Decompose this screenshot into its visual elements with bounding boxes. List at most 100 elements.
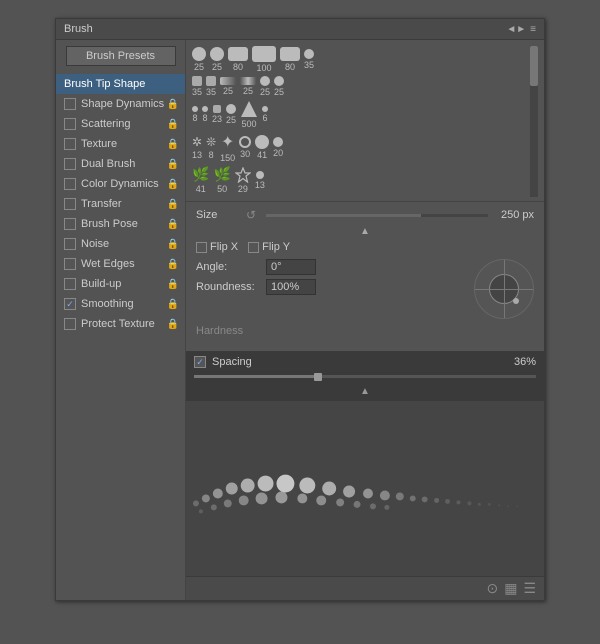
roundness-input[interactable]	[266, 279, 316, 295]
lock-icon: 🔒	[167, 319, 179, 330]
check-box-wet-edges[interactable]	[64, 258, 76, 270]
angle-circle-control[interactable]	[474, 259, 534, 319]
check-box-brush-pose[interactable]	[64, 218, 76, 230]
sidebar-item-smoothing[interactable]: ✓ Smoothing 🔒	[56, 294, 185, 314]
angle-input[interactable]	[266, 259, 316, 275]
brush-presets-button[interactable]: Brush Presets	[66, 46, 176, 66]
brush-cell[interactable]: 80	[280, 47, 300, 72]
sidebar-item-label: Smoothing	[81, 298, 134, 310]
sidebar-item-shape-dynamics[interactable]: Shape Dynamics 🔒	[56, 94, 185, 114]
sidebar-item-brush-tip-shape[interactable]: Brush Tip Shape	[56, 74, 185, 94]
brush-cell[interactable]: 41	[255, 135, 269, 160]
check-box-scattering[interactable]	[64, 118, 76, 130]
brush-cell[interactable]: 500	[240, 100, 258, 129]
check-box-texture[interactable]	[64, 138, 76, 150]
spacing-slider-thumb[interactable]	[314, 373, 322, 381]
lock-icon: 🔒	[167, 139, 179, 150]
check-box-smoothing[interactable]: ✓	[64, 298, 76, 310]
panel-body: Brush Presets Brush Tip Shape Shape Dyna…	[56, 40, 544, 600]
brush-grid-content: 25 25 80 100 80 35 35 35 25 25	[192, 46, 526, 197]
brush-cell[interactable]: 35	[192, 76, 202, 97]
brush-cell[interactable]: ✦150	[220, 132, 235, 163]
angle-row: Angle:	[196, 259, 466, 275]
flip-row: Flip X Flip Y	[196, 241, 534, 253]
sidebar-item-label: Build-up	[81, 278, 121, 290]
brush-cell[interactable]: 35	[206, 76, 216, 97]
brush-grid: 25 25 80 100 80 35 35 35 25 25	[186, 40, 544, 202]
spacing-name: Spacing	[212, 356, 514, 368]
toolbar-icon-3[interactable]: ☰	[523, 580, 536, 597]
brush-cell[interactable]: ❊8	[206, 135, 216, 160]
brush-cell[interactable]: 20	[273, 137, 283, 158]
brush-cell[interactable]: 29	[235, 167, 251, 194]
spacing-slider-fill	[194, 375, 317, 378]
brush-cell[interactable]: 25	[260, 76, 270, 97]
lock-icon: 🔒	[167, 239, 179, 250]
check-box-protect-texture[interactable]	[64, 318, 76, 330]
brush-cell[interactable]: 6	[262, 106, 268, 123]
check-box-shape-dynamics[interactable]	[64, 98, 76, 110]
spacing-slider[interactable]	[194, 375, 536, 378]
brush-cell[interactable]: 25	[192, 47, 206, 72]
brush-cell[interactable]: 8	[202, 106, 208, 123]
brush-cell[interactable]: 80	[228, 47, 248, 72]
check-box-dual-brush[interactable]	[64, 158, 76, 170]
sidebar-item-transfer[interactable]: Transfer 🔒	[56, 194, 185, 214]
sidebar-item-noise[interactable]: Noise 🔒	[56, 234, 185, 254]
reset-size-icon[interactable]: ↺	[246, 208, 256, 222]
brush-cell[interactable]: 🌿41	[192, 166, 209, 194]
flip-x-checkbox[interactable]	[196, 242, 207, 253]
lock-icon: 🔒	[167, 199, 179, 210]
brush-cell[interactable]: 100	[252, 46, 276, 73]
lock-icon: 🔒	[167, 279, 179, 290]
brush-cell[interactable]: 🌿50	[213, 166, 230, 194]
flip-x-item[interactable]: Flip X	[196, 241, 238, 253]
brush-grid-scrollbar[interactable]	[530, 46, 538, 197]
brush-cell[interactable]: 35	[304, 49, 314, 70]
size-slider[interactable]	[266, 214, 488, 217]
check-box-color-dynamics[interactable]	[64, 178, 76, 190]
brush-row: 25 25 80 100 80 35	[192, 46, 526, 73]
lock-icon: 🔒	[167, 179, 179, 190]
sidebar-item-build-up[interactable]: Build-up 🔒	[56, 274, 185, 294]
brush-row: ✲13 ❊8 ✦150 30 41 20	[192, 132, 526, 163]
brush-cell[interactable]: 13	[255, 171, 265, 190]
sidebar-item-label: Scattering	[81, 118, 131, 130]
sidebar-item-color-dynamics[interactable]: Color Dynamics 🔒	[56, 174, 185, 194]
spacing-checkbox[interactable]: ✓	[194, 356, 206, 368]
brush-cell[interactable]: 25	[220, 77, 236, 96]
sidebar-item-brush-pose[interactable]: Brush Pose 🔒	[56, 214, 185, 234]
panel-resize-icon[interactable]: ◄►	[506, 24, 526, 35]
brush-cell[interactable]: 25	[210, 47, 224, 72]
check-box-transfer[interactable]	[64, 198, 76, 210]
brush-cell[interactable]: ✲13	[192, 135, 202, 160]
flip-y-checkbox[interactable]	[248, 242, 259, 253]
sidebar-item-protect-texture[interactable]: Protect Texture 🔒	[56, 314, 185, 334]
sidebar-item-label: Dual Brush	[81, 158, 135, 170]
lock-icon: 🔒	[167, 299, 179, 310]
circle-vertical-line	[504, 260, 505, 318]
brush-cell[interactable]: 23	[212, 105, 222, 124]
check-box-build-up[interactable]	[64, 278, 76, 290]
toolbar-icon-2[interactable]: ▦	[504, 580, 517, 597]
sidebar-item-scattering[interactable]: Scattering 🔒	[56, 114, 185, 134]
spacing-expand-arrow[interactable]: ▲	[186, 384, 544, 401]
angle-area: Angle: Roundness:	[196, 259, 534, 319]
sidebar-item-label: Noise	[81, 238, 109, 250]
brush-cell[interactable]: 30	[239, 136, 251, 159]
sidebar-item-texture[interactable]: Texture 🔒	[56, 134, 185, 154]
circle-handle-dot[interactable]	[513, 298, 519, 304]
panel-menu-icon[interactable]: ≡	[530, 24, 536, 35]
brush-row: 8 8 23 25 500 6	[192, 100, 526, 129]
spacing-value: 36%	[514, 356, 536, 368]
brush-cell[interactable]: 25	[240, 77, 256, 96]
toolbar-icon-1[interactable]: ⊙	[486, 580, 498, 597]
check-box-noise[interactable]	[64, 238, 76, 250]
flip-y-item[interactable]: Flip Y	[248, 241, 290, 253]
sidebar-item-wet-edges[interactable]: Wet Edges 🔒	[56, 254, 185, 274]
sidebar-item-dual-brush[interactable]: Dual Brush 🔒	[56, 154, 185, 174]
brush-cell[interactable]: 25	[274, 76, 284, 97]
brush-cell[interactable]: 8	[192, 106, 198, 123]
angle-label: Angle:	[196, 261, 266, 273]
brush-cell[interactable]: 25	[226, 104, 236, 125]
